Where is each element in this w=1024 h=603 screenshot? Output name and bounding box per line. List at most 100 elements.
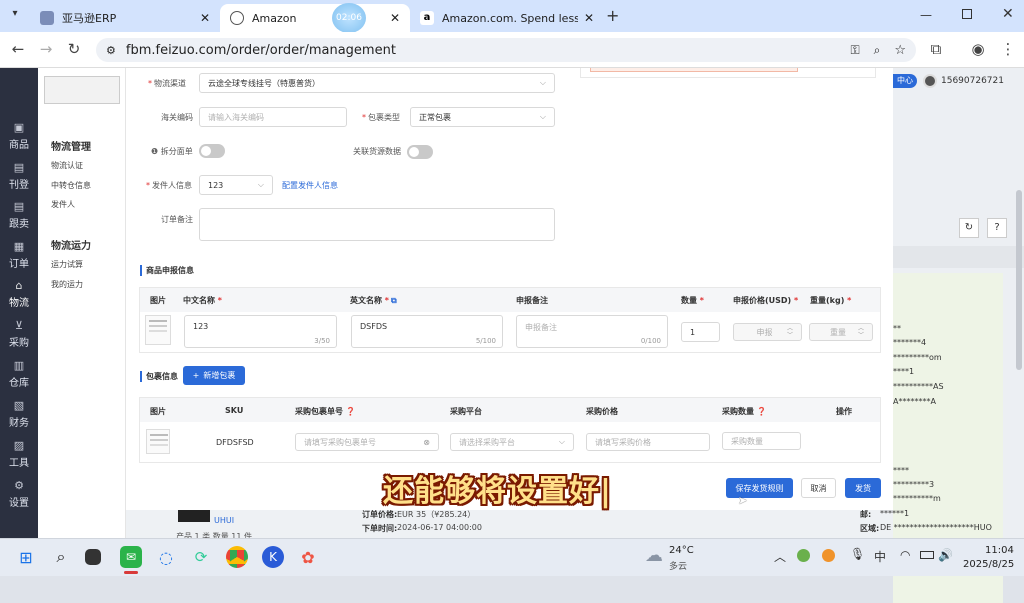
en-name-textarea[interactable]: DSFDS 5/100 (351, 315, 503, 348)
split-toggle[interactable] (199, 144, 225, 158)
submenu-item-cert[interactable]: 物流认证 (51, 160, 83, 171)
follow-icon: ▤ (13, 200, 25, 213)
address-value: ******1 (880, 509, 910, 518)
tab-label: 亚马逊ERP (62, 12, 117, 25)
chevron-down-icon: ⌵ (539, 78, 546, 87)
clear-icon[interactable]: ⊗ (423, 438, 430, 447)
warehouse-icon: ▥ (13, 359, 25, 372)
sidebar-item-finance[interactable]: ▧ 财务 (0, 400, 38, 430)
bookmark-star-icon[interactable]: ☆ (894, 43, 906, 58)
masked-line: *******4 (893, 338, 927, 347)
sidebar-item-logistics[interactable]: ⌂ 物流 (0, 280, 38, 310)
clock-time[interactable]: 11:04 (985, 545, 1014, 556)
sidebar-item-orders[interactable]: ▦ 订单 (0, 241, 38, 271)
declare-price-stepper[interactable]: 申报 ︿ ﹀ (733, 323, 802, 341)
wechat-icon[interactable]: ✉ (120, 546, 142, 568)
submenu-item-my-capacity[interactable]: 我的运力 (51, 279, 83, 290)
qty-input[interactable]: 1 (681, 322, 720, 342)
submenu-item-trial[interactable]: 运力试算 (51, 259, 83, 270)
add-package-button[interactable]: + 新增包裹 (183, 366, 245, 385)
masked-line: A********A (893, 397, 936, 406)
sidebar-item-follow[interactable]: ▤ 跟卖 (0, 200, 38, 231)
sidebar-item-settings[interactable]: ⚙ 设置 (0, 480, 38, 510)
close-tab-icon[interactable]: ✕ (584, 11, 594, 25)
ship-button[interactable]: 发货 (845, 478, 881, 498)
forward-icon[interactable]: → (36, 40, 56, 58)
submenu-item-transit[interactable]: 中转仓信息 (51, 180, 91, 191)
purchase-qty-input[interactable]: 采购数量 (722, 432, 801, 450)
sku-value: DFDSFSD (216, 438, 254, 447)
close-tab-icon[interactable]: ✕ (390, 11, 400, 25)
sender-select[interactable]: 123 ⌵ (199, 175, 273, 195)
site-info-icon[interactable]: ⚙ (106, 44, 116, 57)
page-scrollbar[interactable] (1016, 190, 1022, 370)
volume-icon[interactable]: 🔊 (938, 548, 953, 562)
back-icon[interactable]: ← (8, 40, 28, 58)
tray-chevron-up-icon[interactable]: ︿ (774, 548, 786, 565)
logistics-channel-select[interactable]: 云途全球专线挂号（特惠普货） ⌵ (199, 73, 555, 93)
sidebar-item-products[interactable]: ▣ 商品 (0, 122, 38, 152)
sidebar-item-tools[interactable]: ▨ 工具 (0, 440, 38, 470)
help-button[interactable]: ? (987, 218, 1007, 238)
tab-amazon-com[interactable]: a Amazon.com. Spend less. Sm ✕ (410, 4, 604, 32)
battery-icon[interactable] (920, 551, 934, 559)
cn-name-textarea[interactable]: 123 3/50 (184, 315, 337, 348)
clock-date[interactable]: 2025/8/25 (963, 559, 1014, 570)
windows-start-icon[interactable]: ⊞ (15, 546, 37, 568)
tray-app-icon[interactable] (822, 549, 835, 562)
zoom-icon[interactable]: ⌕ (874, 43, 881, 58)
declare-remark-textarea[interactable]: 申报备注 0/100 (516, 315, 668, 348)
stepper-arrows-icon[interactable]: ︿ ﹀ (858, 325, 864, 339)
cancel-button[interactable]: 取消 (801, 478, 836, 498)
save-rule-button[interactable]: 保存发货规则 (726, 478, 793, 498)
app-icon[interactable]: ⟳ (190, 546, 212, 568)
package-section-title: 包裹信息 (140, 371, 178, 382)
menu-icon[interactable]: ⋮ (998, 40, 1018, 58)
close-tab-icon[interactable]: ✕ (200, 11, 210, 25)
help-circle-icon[interactable]: ❓ (757, 407, 767, 416)
submenu-item-sender[interactable]: 发件人 (51, 199, 75, 210)
k-app-icon[interactable]: K (262, 546, 284, 568)
weight-stepper[interactable]: 重量 ︿ ﹀ (809, 323, 873, 341)
profile-icon[interactable]: ◉ (968, 40, 988, 58)
order-remark-label: 订单备注 (161, 215, 193, 224)
tray-app-icon[interactable] (797, 549, 810, 562)
tab-amazon[interactable]: Amazon ✕ (220, 4, 410, 32)
config-sender-link[interactable]: 配置发件人信息 (282, 180, 338, 191)
tab-erp[interactable]: 亚马逊ERP ✕ (30, 4, 220, 32)
sidebar-item-warehouse[interactable]: ▥ 仓库 (0, 359, 38, 390)
url-field[interactable]: ⚙ fbm.feizuo.com/order/order/management … (96, 38, 916, 62)
customs-code-input[interactable]: 请输入海关编码 (199, 107, 347, 127)
stepper-arrows-icon[interactable]: ︿ ﹀ (787, 325, 793, 339)
password-key-icon[interactable]: ⚿ (850, 43, 859, 58)
minimize-window-icon[interactable]: — (920, 8, 932, 22)
flower-app-icon[interactable]: ✿ (297, 546, 319, 568)
help-circle-icon[interactable]: ❓ (346, 407, 356, 416)
tracking-no-input[interactable]: 请填写采购包裹单号 ⊗ (295, 433, 439, 451)
new-tab-icon[interactable]: + (606, 6, 619, 25)
link-purchase-toggle[interactable] (407, 145, 433, 159)
search-icon[interactable]: ⌕ (50, 546, 72, 568)
chat-bubble-icon[interactable]: ◌ (155, 546, 177, 568)
right-panel-edge (580, 68, 876, 78)
microphone-icon[interactable]: 🎙 (850, 547, 865, 561)
sidebar-item-purchase[interactable]: ⊻ 采购 (0, 320, 38, 350)
chrome-icon[interactable] (226, 546, 248, 568)
wifi-icon[interactable]: ◠ (900, 548, 910, 562)
platform-select[interactable]: 请选择采购平台 ⌵ (450, 433, 574, 451)
tab-list-dropdown-icon[interactable]: ▾ (6, 8, 24, 24)
package-type-select[interactable]: 正常包裹 ⌵ (410, 107, 555, 127)
ime-indicator[interactable]: 中 (874, 548, 886, 565)
restore-window-icon[interactable] (962, 9, 972, 19)
purchase-price-input[interactable]: 请填写采购价格 (586, 433, 710, 451)
extensions-icon[interactable]: ⧉ (926, 40, 946, 58)
refresh-button[interactable]: ↻ (959, 218, 979, 238)
translate-icon[interactable]: ⧉ (391, 296, 397, 305)
task-view-icon[interactable] (85, 549, 101, 565)
avatar[interactable] (923, 74, 937, 88)
reload-icon[interactable]: ↻ (64, 40, 84, 58)
center-badge[interactable]: 中心 (893, 74, 917, 88)
close-window-icon[interactable]: ✕ (1002, 6, 1014, 22)
order-remark-textarea[interactable] (199, 208, 555, 241)
sidebar-item-publish[interactable]: ▤ 刊登 (0, 162, 38, 192)
